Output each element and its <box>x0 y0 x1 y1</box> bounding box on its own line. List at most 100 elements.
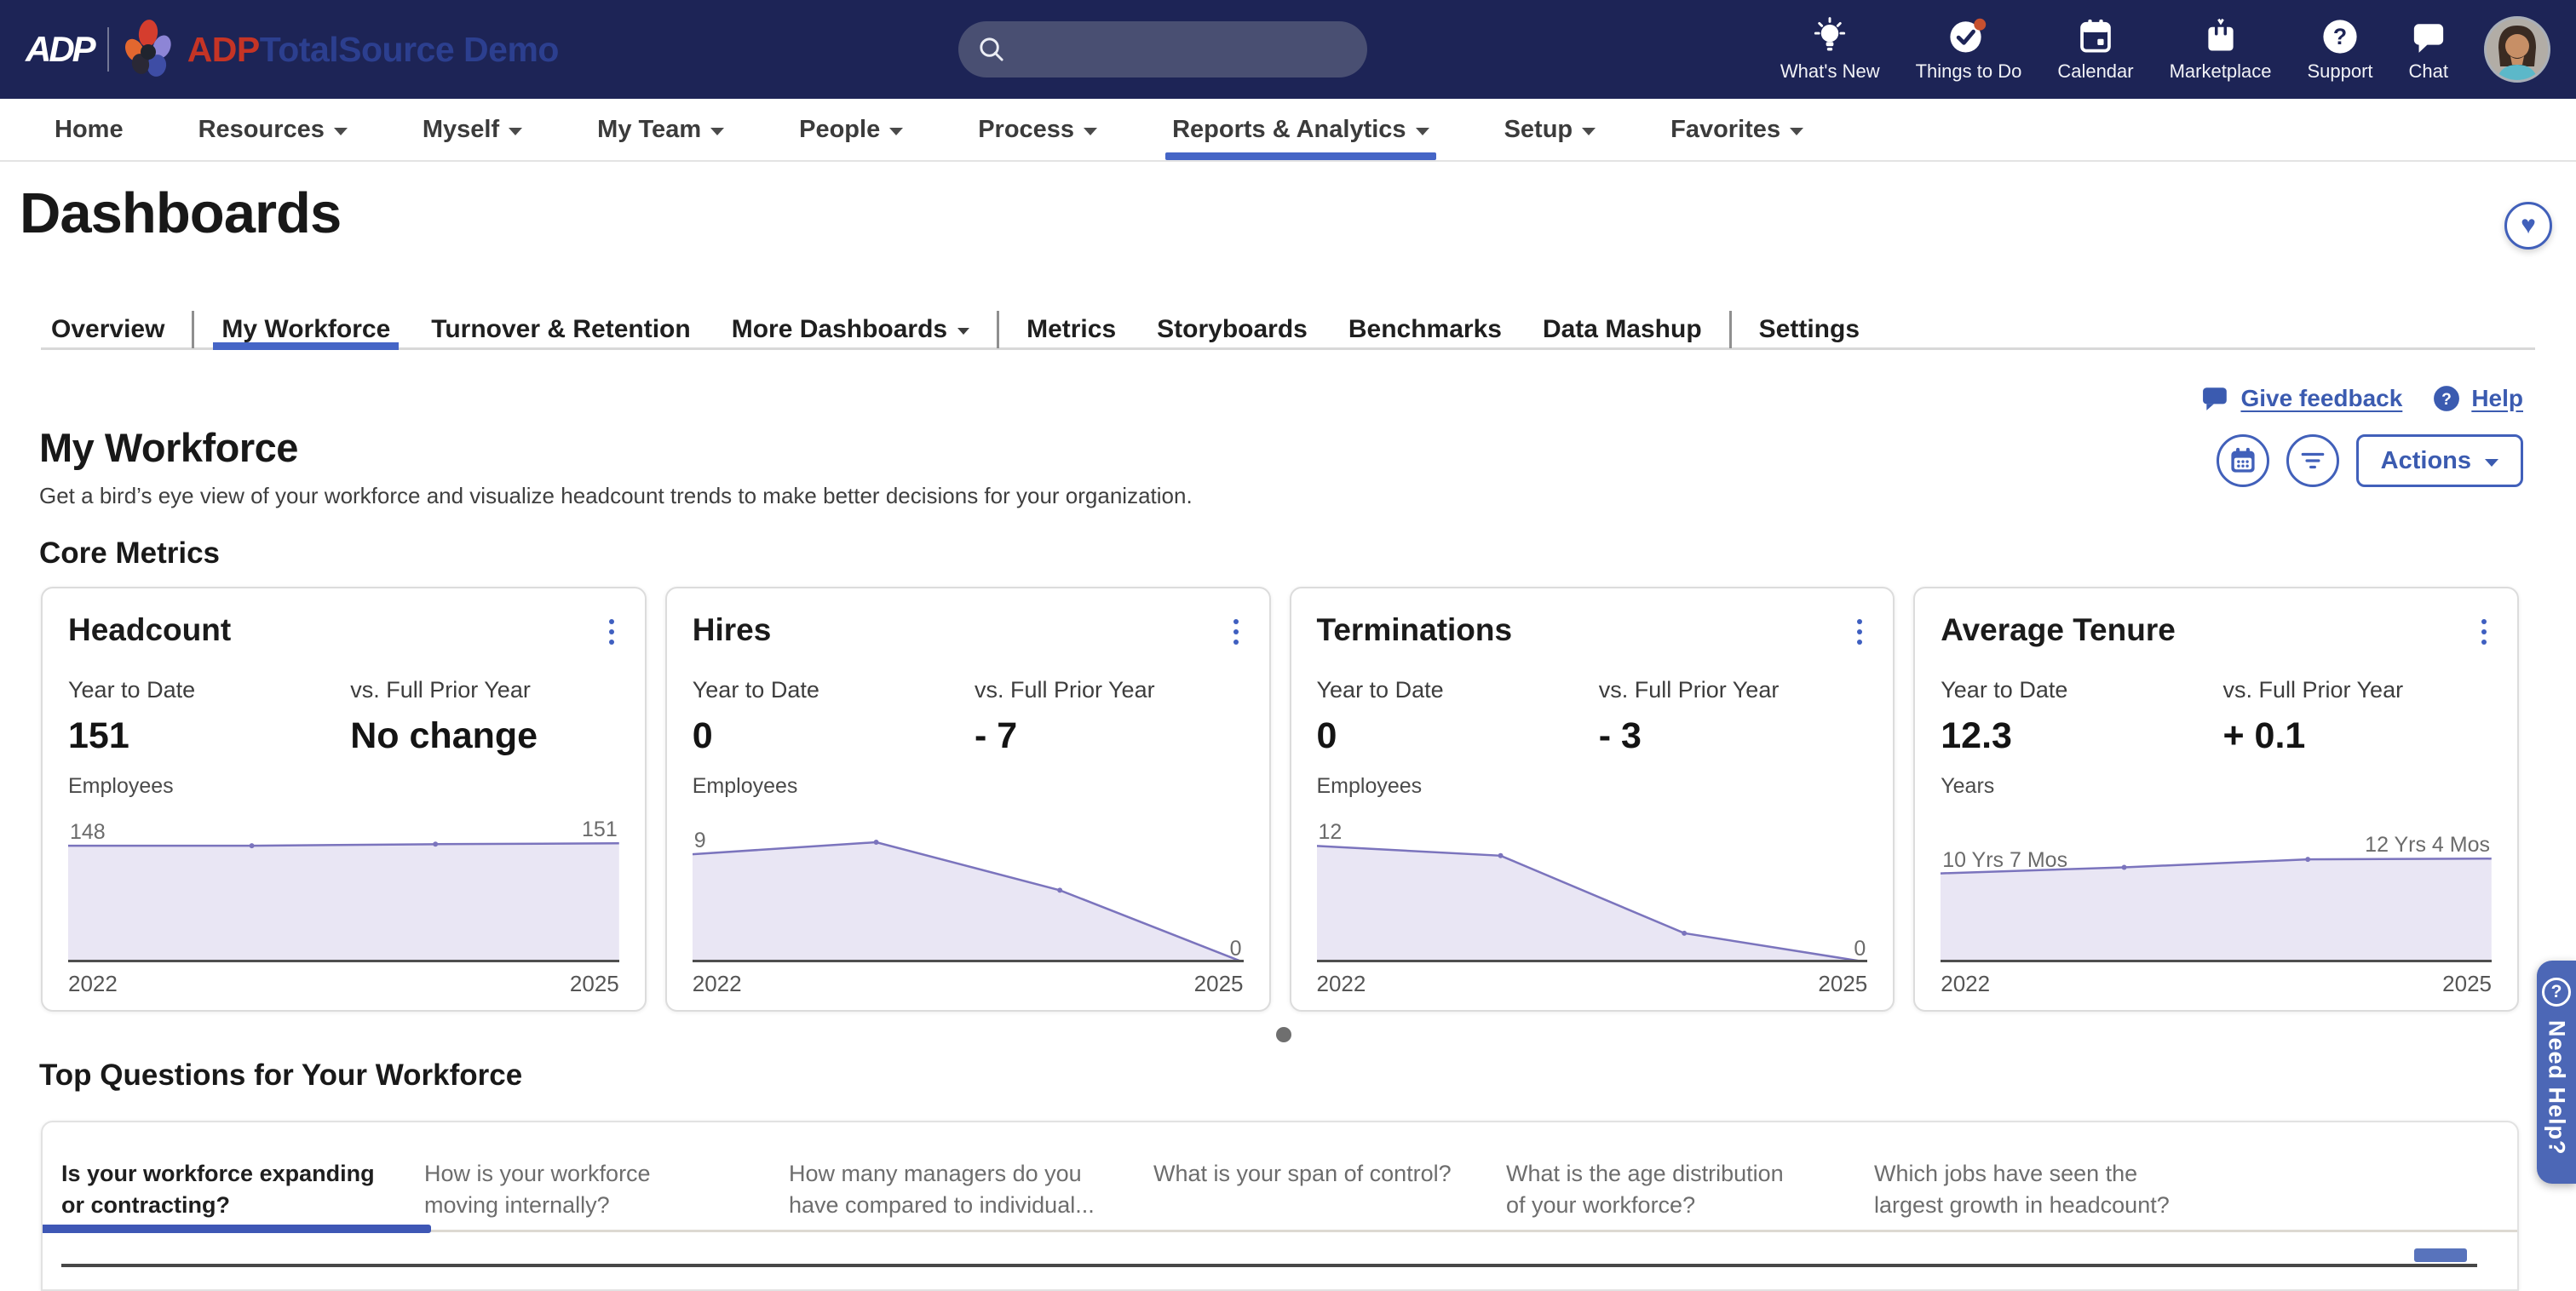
nav-item-process[interactable]: Process <box>978 99 1097 160</box>
global-search[interactable] <box>958 21 1367 77</box>
nav-item-people[interactable]: People <box>799 99 903 160</box>
adp-logo: ADP <box>26 29 94 70</box>
dashboard-tabs: Overview My Workforce Turnover & Retenti… <box>41 311 2535 350</box>
search-icon <box>977 35 1006 64</box>
feedback-bubble-icon <box>2202 386 2229 411</box>
active-question-indicator <box>43 1225 431 1233</box>
compare-label: vs. Full Prior Year <box>1599 677 1868 703</box>
actions-button[interactable]: Actions <box>2356 434 2523 487</box>
question-tab-managers-vs-individual[interactable]: How many managers do you have compared t… <box>789 1158 1106 1222</box>
svg-text:?: ? <box>2441 391 2452 409</box>
period-label: Year to Date <box>1941 677 2222 703</box>
carousel-dot[interactable] <box>1276 1027 1291 1042</box>
axis-end-year: 2025 <box>570 971 619 997</box>
nav-item-my-team[interactable]: My Team <box>597 99 724 160</box>
spark-end-label: 0 <box>1854 937 1866 961</box>
kebab-menu-icon[interactable] <box>2476 612 2492 651</box>
spark-start-label: 148 <box>70 820 106 845</box>
axis-start-year: 2022 <box>68 971 118 997</box>
metric-value: 0 <box>1317 715 1599 757</box>
axis-end-year: 2025 <box>1818 971 1867 997</box>
question-circle-icon: ? <box>2322 17 2358 55</box>
whats-new-button[interactable]: What's New <box>1780 17 1880 83</box>
average-tenure-card: Average Tenure Year to Date 12.3 Years v… <box>1913 587 2519 1012</box>
nav-item-favorites[interactable]: Favorites <box>1670 99 1803 160</box>
question-tab-expanding-contracting[interactable]: Is your workforce expanding or contracti… <box>61 1158 402 1222</box>
svg-text:?: ? <box>2333 24 2347 49</box>
top-questions-card: Is your workforce expanding or contracti… <box>41 1121 2519 1291</box>
kebab-menu-icon[interactable] <box>604 612 619 651</box>
tab-storyboards[interactable]: Storyboards <box>1136 311 1328 347</box>
nav-item-home[interactable]: Home <box>55 99 124 160</box>
tab-overview[interactable]: Overview <box>41 311 185 347</box>
question-tab-age-distribution[interactable]: What is the age distribution of your wor… <box>1506 1158 1801 1222</box>
date-range-button[interactable] <box>2217 434 2269 487</box>
filter-button[interactable] <box>2286 434 2339 487</box>
tab-metrics[interactable]: Metrics <box>1006 311 1136 347</box>
need-help-tab[interactable]: ? Need Help? <box>2537 961 2576 1184</box>
user-avatar[interactable] <box>2484 16 2550 83</box>
tab-my-workforce[interactable]: My Workforce <box>201 311 411 347</box>
search-input[interactable] <box>1018 37 1348 63</box>
average-tenure-sparkline: 10 Yrs 7 Mos 12 Yrs 4 Mos <box>1941 809 2492 962</box>
help-link[interactable]: ? Help <box>2433 385 2523 412</box>
tab-turnover-retention[interactable]: Turnover & Retention <box>411 311 710 347</box>
chevron-down-icon <box>2485 459 2498 467</box>
brand-area: ADP ADPTotalSource Demo <box>26 0 559 99</box>
metric-value: 12.3 <box>1941 715 2222 757</box>
chevron-down-icon <box>1084 128 1097 135</box>
tab-settings[interactable]: Settings <box>1739 311 1880 347</box>
support-button[interactable]: ? Support <box>2307 17 2372 83</box>
compare-value: - 3 <box>1599 715 1868 757</box>
calendar-button[interactable]: Calendar <box>2057 17 2133 83</box>
section-actions: Actions <box>2217 434 2523 487</box>
primary-nav: Home Resources Myself My Team People Pro… <box>0 99 2576 162</box>
support-label: Support <box>2307 60 2372 83</box>
spark-start-label: 12 <box>1319 820 1343 845</box>
spark-end-label: 0 <box>1230 937 1242 961</box>
chevron-down-icon <box>334 128 348 135</box>
tab-group-divider <box>1729 311 1732 348</box>
tab-group-divider <box>997 311 999 348</box>
hires-sparkline: 9 0 <box>693 809 1244 962</box>
period-label: Year to Date <box>68 677 350 703</box>
axis-start-year: 2022 <box>1941 971 1990 997</box>
chevron-down-icon <box>1416 128 1429 135</box>
tab-data-mashup[interactable]: Data Mashup <box>1522 311 1722 347</box>
tab-benchmarks[interactable]: Benchmarks <box>1328 311 1522 347</box>
axis-end-year: 2025 <box>2442 971 2492 997</box>
favorite-heart-button[interactable]: ♥ <box>2504 202 2552 250</box>
metric-unit: Years <box>1941 774 2222 799</box>
spark-baseline <box>1941 960 2492 962</box>
section-title: My Workforce <box>39 424 1193 471</box>
chevron-down-icon <box>957 328 969 335</box>
chevron-down-icon <box>509 128 522 135</box>
top-bar-actions: What's New Things to Do <box>1780 0 2550 99</box>
card-title: Terminations <box>1317 612 1513 648</box>
nav-item-setup[interactable]: Setup <box>1504 99 1596 160</box>
nav-item-reports-analytics[interactable]: Reports & Analytics <box>1172 99 1429 160</box>
compare-value: - 7 <box>975 715 1244 757</box>
chat-button[interactable]: Chat <box>2409 17 2448 83</box>
question-tab-moving-internally[interactable]: How is your workforce moving internally? <box>424 1158 714 1222</box>
help-circle-icon: ? <box>2433 385 2460 412</box>
compare-value: No change <box>350 715 619 757</box>
chevron-down-icon <box>1790 128 1803 135</box>
metric-value: 151 <box>68 715 350 757</box>
nav-item-resources[interactable]: Resources <box>198 99 348 160</box>
metric-unit: Employees <box>693 774 975 799</box>
question-tab-span-of-control[interactable]: What is your span of control? <box>1153 1158 1470 1222</box>
period-label: Year to Date <box>1317 677 1599 703</box>
give-feedback-link[interactable]: Give feedback <box>2202 385 2402 412</box>
nav-item-myself[interactable]: Myself <box>423 99 522 160</box>
kebab-menu-icon[interactable] <box>1852 612 1867 651</box>
things-to-do-button[interactable]: Things to Do <box>1916 17 2022 83</box>
section-header: My Workforce Get a bird’s eye view of yo… <box>39 424 1193 509</box>
chevron-down-icon <box>1582 128 1596 135</box>
spark-end-label: 12 Yrs 4 Mos <box>2365 833 2490 858</box>
marketplace-button[interactable]: Marketplace <box>2170 17 2272 83</box>
tab-more-dashboards[interactable]: More Dashboards <box>711 311 990 347</box>
question-tab-largest-growth[interactable]: Which jobs have seen the largest growth … <box>1874 1158 2208 1222</box>
kebab-menu-icon[interactable] <box>1228 612 1244 651</box>
card-title: Average Tenure <box>1941 612 2176 648</box>
